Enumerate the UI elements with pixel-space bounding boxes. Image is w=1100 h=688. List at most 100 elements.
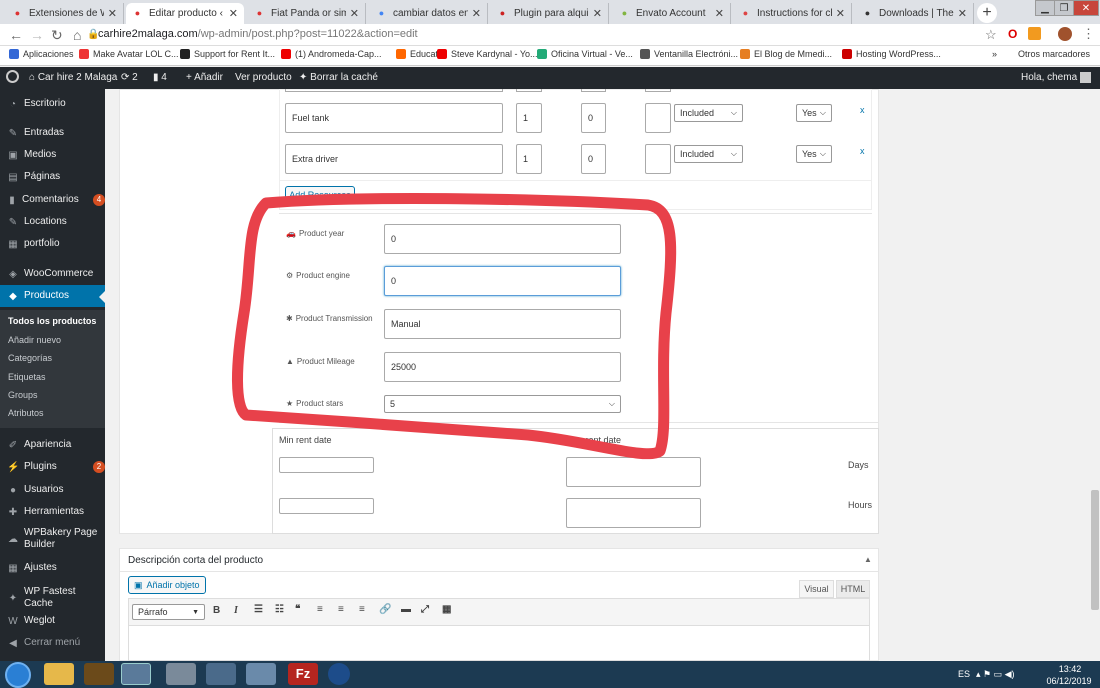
bookmark-2[interactable]: Support for Rent It...	[180, 49, 275, 59]
sidebar-item-comentarios[interactable]: ▮ Comentarios 4	[0, 190, 105, 210]
resource-qty-input[interactable]: 1	[516, 144, 542, 174]
resource-name-input[interactable]: Fuel tank	[285, 103, 503, 133]
align-center-icon[interactable]: ≡	[338, 604, 344, 615]
bookmark-7[interactable]: Ventanilla Electróni...	[640, 49, 738, 59]
extension-icon[interactable]	[1028, 27, 1041, 40]
tab-2[interactable]: ● Fiat Panda or similar – ✕	[248, 3, 366, 24]
tab-visual[interactable]: Visual	[799, 580, 834, 598]
max-rent-hours-input[interactable]	[566, 498, 701, 528]
reload-icon[interactable]: ↻	[51, 27, 63, 43]
bullet-list-icon[interactable]: ☰	[254, 604, 263, 615]
url-field[interactable]: carhire2malaga.com/wp-admin/post.php?pos…	[98, 28, 418, 40]
sidebar-item-wpbakery-page-builder[interactable]: ☁ WPBakery Page Builder	[0, 524, 105, 554]
sidebar-item-plugins[interactable]: ⚡ Plugins 2	[0, 457, 105, 477]
resource-type-select[interactable]: Included ⌵	[674, 104, 743, 122]
remove-resource-link[interactable]: x	[860, 146, 865, 156]
site-name-link[interactable]: ⌂ Car hire 2 Malaga	[29, 72, 117, 83]
resource-price-input[interactable]: 0	[581, 103, 606, 133]
calculator-icon[interactable]	[166, 663, 196, 685]
app-icon[interactable]	[328, 663, 350, 685]
close-tab-icon[interactable]: ✕	[350, 7, 359, 20]
explorer-icon[interactable]	[44, 663, 74, 685]
read-more-icon[interactable]: ▬	[401, 604, 411, 615]
sidebar-item-portfolio[interactable]: ▦ portfolio	[0, 234, 105, 254]
resource-price-input[interactable]: 0	[581, 144, 606, 174]
resource-type-select[interactable]: Included ⌵	[674, 145, 743, 163]
sidebar-item-entradas[interactable]: ✎ Entradas	[0, 123, 105, 143]
sidebar-item-herramientas[interactable]: ✚ Herramientas	[0, 502, 105, 522]
close-tab-icon[interactable]: ✕	[229, 7, 238, 20]
sidebar-item-wp-fastest-cache[interactable]: ✦ WP Fastest Cache	[0, 586, 105, 609]
submenu-item-2[interactable]: Categorías	[0, 353, 105, 363]
clock-date[interactable]: 06/12/2019	[1044, 676, 1094, 686]
resource-name-input[interactable]: Extra driver	[285, 144, 503, 174]
bold-icon[interactable]: B	[213, 605, 220, 616]
format-select[interactable]: Párrafo ▼	[132, 604, 205, 620]
sidebar-item-locations[interactable]: ✎ Locations	[0, 212, 105, 232]
filezilla-icon[interactable]: Fz	[288, 663, 318, 685]
submenu-item-0[interactable]: Todos los productos	[0, 316, 105, 326]
scrollbar-thumb[interactable]	[1091, 490, 1099, 610]
network-icon[interactable]	[246, 663, 276, 685]
bookmark-10[interactable]: »	[992, 49, 997, 59]
maximize-button[interactable]: ❐	[1054, 0, 1074, 16]
bookmark-11[interactable]: Otros marcadores	[1018, 49, 1090, 59]
profile-avatar[interactable]	[1058, 27, 1072, 41]
fullscreen-icon[interactable]: ⤢	[421, 604, 429, 615]
sidebar-item-woocommerce[interactable]: ◈ WooCommerce	[0, 264, 105, 284]
add-new-link[interactable]: + Añadir	[186, 72, 223, 83]
sidebar-item-escritorio[interactable]: ◔ Escritorio	[0, 94, 105, 114]
resource-extra-input[interactable]	[645, 144, 671, 174]
comments-link[interactable]: ▮ 4	[153, 72, 167, 83]
collapse-arrow-icon[interactable]: ▲	[864, 555, 872, 564]
sidebar-item-p-ginas[interactable]: ▤ Páginas	[0, 167, 105, 187]
resource-qty-input[interactable]: 1	[516, 103, 542, 133]
sidebar-item-ajustes[interactable]: ▦ Ajustes	[0, 558, 105, 578]
league-icon[interactable]	[84, 663, 114, 685]
view-product-link[interactable]: Ver producto	[235, 72, 292, 83]
resource-active-select[interactable]: Yes ⌵	[796, 104, 832, 122]
close-tab-icon[interactable]: ✕	[836, 7, 845, 20]
blockquote-icon[interactable]: ❝	[295, 604, 300, 615]
submenu-item-1[interactable]: Añadir nuevo	[0, 335, 105, 345]
link-icon[interactable]: 🔗	[379, 604, 391, 615]
back-icon[interactable]: ←	[9, 27, 23, 43]
bookmark-0[interactable]: Aplicaciones	[9, 49, 74, 59]
italic-icon[interactable]: I	[234, 605, 238, 616]
bookmark-9[interactable]: Hosting WordPress...	[842, 49, 941, 59]
sidebar-item-apariencia[interactable]: ✐ Apariencia	[0, 435, 105, 455]
bookmark-3[interactable]: (1) Andromeda-Cap...	[281, 49, 382, 59]
bookmark-1[interactable]: Make Avatar LOL C...	[79, 49, 179, 59]
close-tab-icon[interactable]: ✕	[593, 7, 602, 20]
resource-active-select[interactable]: Yes ⌵	[796, 145, 832, 163]
user-greeting-link[interactable]: Hola, chema	[1021, 72, 1091, 83]
start-button[interactable]	[5, 662, 31, 688]
clock-time[interactable]: 13:42	[1050, 664, 1090, 674]
align-right-icon[interactable]: ≡	[359, 604, 365, 615]
sidebar-item-cerrar-men-[interactable]: ◀ Cerrar menú	[0, 633, 105, 653]
remove-resource-link[interactable]: x	[860, 105, 865, 115]
submenu-item-3[interactable]: Etiquetas	[0, 372, 105, 382]
bookmark-5[interactable]: Steve Kardynal - Yo...	[437, 49, 538, 59]
sidebar-item-weglot[interactable]: W Weglot	[0, 611, 105, 631]
numbered-list-icon[interactable]: ☷	[275, 604, 284, 615]
close-tab-icon[interactable]: ✕	[108, 7, 117, 20]
close-tab-icon[interactable]: ✕	[472, 7, 481, 20]
tab-3[interactable]: ● cambiar datos en coch ✕	[370, 3, 488, 24]
tray-icons[interactable]: ▴ ⚑ ▭ ◀)	[976, 669, 1015, 680]
bookmark-8[interactable]: El Blog de Mmedi...	[740, 49, 832, 59]
sidebar-item-medios[interactable]: ▣ Medios	[0, 145, 105, 165]
bookmark-6[interactable]: Oficina Virtual - Ve...	[537, 49, 633, 59]
language-indicator[interactable]: ES	[958, 669, 970, 679]
tab-5[interactable]: ● Envato Account ✕	[613, 3, 731, 24]
home-icon[interactable]: ⌂	[73, 27, 81, 43]
tab-4[interactable]: ● Plugin para alquiler ve ✕	[491, 3, 609, 24]
forward-icon[interactable]: →	[30, 27, 44, 43]
clear-cache-link[interactable]: ✦ Borrar la caché	[299, 72, 378, 83]
minimize-button[interactable]: ▁	[1035, 0, 1055, 16]
tab-6[interactable]: ● Instructions for chang ✕	[734, 3, 852, 24]
opera-icon[interactable]: O	[1008, 27, 1017, 41]
sidebar-item-productos[interactable]: ◆ Productos	[0, 285, 105, 307]
add-media-button[interactable]: ▣ Añadir objeto	[128, 576, 206, 594]
paint-icon[interactable]	[206, 663, 236, 685]
